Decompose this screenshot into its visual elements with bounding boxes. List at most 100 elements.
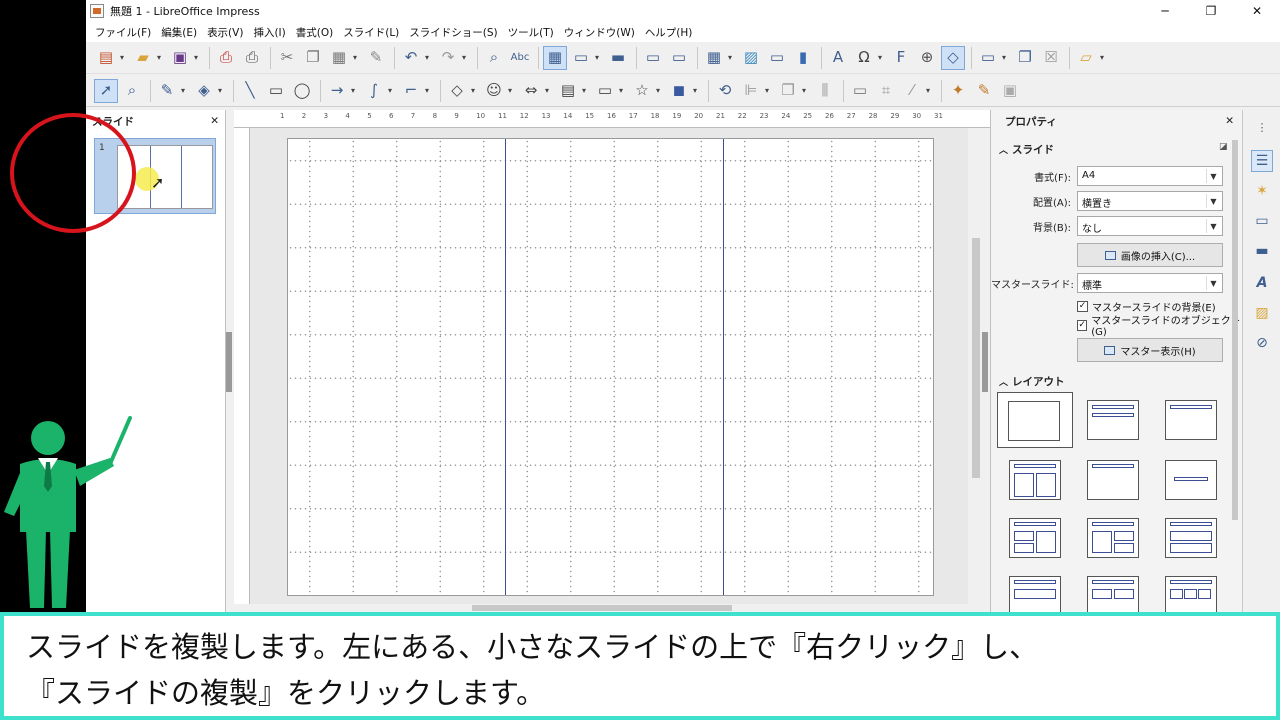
slide-pane-splitter-handle[interactable] [226, 332, 232, 392]
basic-shapes-dropdown-icon[interactable]: ▾ [471, 86, 479, 95]
3d-objects-dropdown-icon[interactable]: ▾ [693, 86, 701, 95]
glue-points-icon[interactable]: ✎ [972, 79, 996, 103]
filter-dropdown-icon[interactable]: ▾ [926, 86, 934, 95]
symbol-shapes-dropdown-icon[interactable]: ▾ [508, 86, 516, 95]
insert-chart-icon[interactable]: ▮ [791, 46, 815, 70]
display-views-icon[interactable]: ▭ [569, 46, 593, 70]
fontwork-icon[interactable]: F [889, 46, 913, 70]
horizontal-ruler[interactable]: 1 2 3 4 5 6 7 8 9 10 11 12 13 14 15 16 17 18 19 20 21 22 23 24 2… [234, 110, 990, 128]
new-document-icon[interactable]: ▤ [94, 46, 118, 70]
properties-tab-icon[interactable]: ☰ [1251, 150, 1273, 172]
table-dropdown-icon[interactable]: ▾ [728, 53, 736, 62]
special-character-dropdown-icon[interactable]: ▾ [878, 53, 886, 62]
sidebar-splitter-handle[interactable] [982, 332, 988, 392]
open-folder-icon[interactable]: ▰ [131, 46, 155, 70]
lines-arrows-dropdown-icon[interactable]: ▾ [351, 86, 359, 95]
filter-icon[interactable]: ⁄ [900, 79, 924, 103]
block-arrows-icon[interactable]: ⇔ [519, 79, 543, 103]
background-select[interactable]: なし ▼ [1077, 216, 1223, 236]
new-slide-icon[interactable]: ▭ [976, 46, 1000, 70]
symbol-shapes-icon[interactable]: ☺ [482, 79, 506, 103]
master-slides-tab-icon[interactable]: ▬ [1251, 240, 1273, 262]
connectors-icon[interactable]: ⌐ [399, 79, 423, 103]
flowchart-icon[interactable]: ▤ [556, 79, 580, 103]
curves-dropdown-icon[interactable]: ▾ [388, 86, 396, 95]
line-color-icon[interactable]: ✎ [155, 79, 179, 103]
master-slide-select[interactable]: 標準 ▼ [1077, 273, 1223, 293]
minimize-button[interactable]: ─ [1142, 0, 1188, 22]
curves-icon[interactable]: ∫ [362, 79, 386, 103]
layout-centered-text[interactable] [1153, 452, 1229, 508]
lines-arrows-icon[interactable]: → [325, 79, 349, 103]
slide-section-header[interactable]: ︿ スライド [999, 142, 1054, 157]
stars-icon[interactable]: ☆ [630, 79, 654, 103]
redo-icon[interactable]: ↷ [436, 46, 460, 70]
shadow-icon[interactable]: ▭ [848, 79, 872, 103]
line-color-dropdown-icon[interactable]: ▾ [181, 86, 189, 95]
rectangle-icon[interactable]: ▭ [264, 79, 288, 103]
menu-slideshow[interactable]: スライドショー(S) [404, 25, 502, 40]
menu-file[interactable]: ファイル(F) [90, 25, 156, 40]
sidebar-menu-icon[interactable]: ⋮ [1251, 116, 1273, 138]
fill-color-dropdown-icon[interactable]: ▾ [218, 86, 226, 95]
fill-color-icon[interactable]: ◈ [192, 79, 216, 103]
cut-icon[interactable]: ✂ [275, 46, 299, 70]
undo-icon[interactable]: ↶ [399, 46, 423, 70]
master-view-button[interactable]: マスター表示(H) [1077, 338, 1223, 362]
vertical-ruler[interactable] [234, 128, 250, 604]
layout-two-content-top[interactable] [1075, 510, 1151, 566]
show-draw-functions-icon[interactable]: ◇ [941, 45, 965, 70]
open-dropdown-icon[interactable]: ▾ [157, 53, 165, 62]
delete-slide-icon[interactable]: ☒ [1039, 46, 1063, 70]
menu-edit[interactable]: 編集(E) [156, 25, 202, 40]
close-button[interactable]: ✕ [1234, 0, 1280, 22]
horizontal-scrollbar[interactable] [250, 604, 968, 612]
slide-pane-close-icon[interactable]: ✕ [210, 115, 219, 127]
duplicate-slide-icon[interactable]: ❐ [1013, 46, 1037, 70]
vertical-scrollbar[interactable] [970, 128, 982, 604]
properties-close-icon[interactable]: ✕ [1225, 115, 1234, 127]
insert-table-icon[interactable]: ▦ [702, 46, 726, 70]
slide-layout-dropdown-icon[interactable]: ▾ [1100, 53, 1108, 62]
menu-slide[interactable]: スライド(L) [338, 25, 404, 40]
display-views-dropdown-icon[interactable]: ▾ [595, 53, 603, 62]
display-grid-icon[interactable]: ▦ [543, 45, 567, 70]
insert-special-character-icon[interactable]: Ω [852, 46, 876, 70]
vertical-scrollbar-thumb[interactable] [972, 238, 980, 478]
maximize-button[interactable]: ❐ [1188, 0, 1234, 22]
animation-tab-icon[interactable]: ▭ [1251, 210, 1273, 232]
spelling-icon[interactable]: Abc [508, 46, 532, 70]
toggle-extrusion-icon[interactable]: ▣ [998, 79, 1022, 103]
distribute-icon[interactable]: ⫼ [813, 79, 837, 103]
redo-dropdown-icon[interactable]: ▾ [462, 53, 470, 62]
connectors-dropdown-icon[interactable]: ▾ [425, 86, 433, 95]
flowchart-dropdown-icon[interactable]: ▾ [582, 86, 590, 95]
slide-transition-tab-icon[interactable]: ✶ [1251, 180, 1273, 202]
save-icon[interactable]: ▣ [168, 46, 192, 70]
hyperlink-icon[interactable]: ⊕ [915, 46, 939, 70]
orientation-select[interactable]: 横置き ▼ [1077, 191, 1223, 211]
insert-image-icon[interactable]: ▨ [739, 46, 763, 70]
slide-canvas-area[interactable] [250, 128, 968, 604]
menu-format[interactable]: 書式(O) [291, 25, 338, 40]
undo-dropdown-icon[interactable]: ▾ [425, 53, 433, 62]
align-icon[interactable]: ⊫ [739, 79, 763, 103]
arrange-dropdown-icon[interactable]: ▾ [802, 86, 810, 95]
arrange-icon[interactable]: ❐ [776, 79, 800, 103]
properties-scrollbar[interactable] [1230, 130, 1240, 606]
clone-formatting-icon[interactable]: ✎ [364, 46, 388, 70]
insert-textbox-icon[interactable]: A [826, 46, 850, 70]
insert-image-button[interactable]: 画像の挿入(C)... [1077, 243, 1223, 267]
points-icon[interactable]: ✦ [946, 79, 970, 103]
menu-view[interactable]: 表示(V) [202, 25, 248, 40]
ellipse-icon[interactable]: ◯ [290, 79, 314, 103]
menu-insert[interactable]: 挿入(I) [248, 25, 290, 40]
crop-icon[interactable]: ⌗ [874, 79, 898, 103]
insert-media-icon[interactable]: ▭ [765, 46, 789, 70]
layout-content-two[interactable] [997, 510, 1073, 566]
more-options-icon[interactable]: ◪ [1219, 142, 1228, 152]
layout-title-only[interactable] [1075, 392, 1151, 448]
block-arrows-dropdown-icon[interactable]: ▾ [545, 86, 553, 95]
find-replace-icon[interactable]: ⌕ [482, 46, 506, 70]
rotate-icon[interactable]: ⟲ [713, 79, 737, 103]
